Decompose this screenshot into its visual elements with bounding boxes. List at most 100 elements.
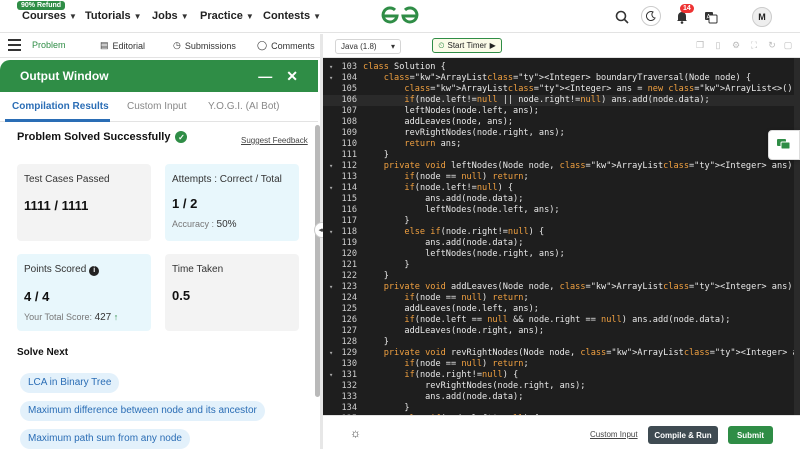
suggest-feedback-link[interactable]: Suggest Feedback	[241, 136, 308, 145]
code-line[interactable]: 117 }	[323, 216, 794, 227]
tab-comments[interactable]: ◯ Comments	[257, 40, 315, 51]
code-text[interactable]: if(node == null) return;	[363, 359, 528, 370]
solve-next-item[interactable]: Maximum difference between node and its …	[20, 401, 265, 421]
editor-scrollbar[interactable]	[794, 58, 800, 415]
nav-practice[interactable]: Practice ▼	[200, 10, 254, 22]
code-text[interactable]: if(node.right!=null) {	[363, 370, 518, 381]
custom-input-link[interactable]: Custom Input	[590, 430, 638, 439]
code-text[interactable]: ans.add(node.data);	[363, 392, 523, 403]
translate-icon[interactable]: A	[702, 8, 720, 26]
code-text[interactable]: private void leftNodes(Node node, class=…	[363, 161, 794, 172]
code-line[interactable]: 111 }	[323, 150, 794, 161]
code-line[interactable]: 130 if(node == null) return;	[323, 359, 794, 370]
code-text[interactable]: private void addLeaves(Node node, class=…	[363, 282, 794, 293]
code-line[interactable]: 121 }	[323, 260, 794, 271]
code-text[interactable]: if(node == null) return;	[363, 293, 528, 304]
code-line[interactable]: 125 addLeaves(node.left, ans);	[323, 304, 794, 315]
code-text[interactable]: }	[363, 403, 409, 414]
code-line[interactable]: 110 return ans;	[323, 139, 794, 150]
code-text[interactable]: private void revRightNodes(Node node, cl…	[363, 348, 794, 359]
code-line[interactable]: 113 if(node == null) return;	[323, 172, 794, 183]
code-line[interactable]: 122 }	[323, 271, 794, 282]
code-text[interactable]: class Solution {	[363, 62, 446, 73]
submit-button[interactable]: Submit	[728, 426, 773, 444]
code-editor[interactable]: 103class Solution {104 class="kw">ArrayL…	[323, 58, 794, 415]
reset-icon[interactable]: ↻	[767, 40, 777, 50]
code-line[interactable]: 133 ans.add(node.data);	[323, 392, 794, 403]
language-select[interactable]: Java (1.8) ▾	[335, 39, 401, 54]
code-text[interactable]: addLeaves(node.left, ans);	[363, 304, 539, 315]
code-text[interactable]: }	[363, 150, 389, 161]
code-text[interactable]: leftNodes(node.right, ans);	[363, 249, 565, 260]
code-text[interactable]: class="kw">ArrayListclass="ty"><Integer>…	[363, 84, 794, 95]
code-line[interactable]: 120 leftNodes(node.right, ans);	[323, 249, 794, 260]
fullscreen-icon[interactable]: ⛶	[749, 40, 759, 50]
dark-mode-icon[interactable]	[641, 6, 661, 26]
code-line[interactable]: 132 revRightNodes(node.right, ans);	[323, 381, 794, 392]
tab-editorial[interactable]: ▤ Editorial	[100, 40, 145, 51]
minimize-icon[interactable]: —	[258, 68, 272, 85]
code-line[interactable]: 129 private void revRightNodes(Node node…	[323, 348, 794, 359]
code-text[interactable]: if(node.left == null && node.right == nu…	[363, 315, 730, 326]
code-text[interactable]: revRightNodes(node.right, ans);	[363, 128, 564, 139]
file-icon[interactable]: ▯	[713, 40, 723, 50]
code-text[interactable]: }	[363, 260, 409, 271]
code-text[interactable]: ans.add(node.data);	[363, 238, 523, 249]
tab-compilation-results[interactable]: Compilation Results	[12, 101, 109, 112]
nav-contests[interactable]: Contests ▼	[263, 10, 321, 22]
code-text[interactable]: return ans;	[363, 139, 461, 150]
chat-icon[interactable]	[768, 130, 800, 160]
info-icon[interactable]: i	[89, 265, 100, 276]
code-line[interactable]: 103 class Solution {	[323, 62, 794, 73]
close-icon[interactable]: ✕	[286, 68, 298, 85]
code-line[interactable]: 112 private void leftNodes(Node node, cl…	[323, 161, 794, 172]
code-line[interactable]: 131 if(node.right!=null) {	[323, 370, 794, 381]
code-text[interactable]: leftNodes(node.left, ans);	[363, 205, 560, 216]
tab-problem[interactable]: Problem	[32, 40, 66, 50]
code-line[interactable]: 127 addLeaves(node.right, ans);	[323, 326, 794, 337]
code-line[interactable]: 108 addLeaves(node, ans);	[323, 117, 794, 128]
code-line[interactable]: 105 class="kw">ArrayListclass="ty"><Inte…	[323, 84, 794, 95]
tab-yogi-ai-bot[interactable]: Y.O.G.I. (AI Bot)	[208, 101, 280, 112]
nav-courses[interactable]: Courses ▼	[22, 10, 77, 22]
solve-next-item[interactable]: Maximum path sum from any node	[20, 429, 190, 449]
search-icon[interactable]	[613, 8, 631, 26]
code-line[interactable]: 134 }	[323, 403, 794, 414]
code-text[interactable]: addLeaves(node.right, ans);	[363, 326, 544, 337]
gfg-logo[interactable]	[380, 5, 420, 27]
code-text[interactable]: addLeaves(node, ans);	[363, 117, 513, 128]
code-text[interactable]: class="kw">ArrayListclass="ty"><Integer>…	[363, 73, 751, 84]
copy-icon[interactable]: ❐	[695, 40, 705, 50]
code-text[interactable]: if(node.left!=null) {	[363, 183, 513, 194]
code-line[interactable]: 124 if(node == null) return;	[323, 293, 794, 304]
code-line[interactable]: 114 if(node.left!=null) {	[323, 183, 794, 194]
nav-tutorials[interactable]: Tutorials ▼	[85, 10, 142, 22]
code-text[interactable]: else if(node.right!=null) {	[363, 227, 544, 238]
tab-custom-input[interactable]: Custom Input	[127, 101, 186, 112]
code-line[interactable]: 115 ans.add(node.data);	[323, 194, 794, 205]
code-line[interactable]: 106 if(node.left!=null || node.right!=nu…	[323, 95, 794, 106]
solve-next-item[interactable]: LCA in Binary Tree	[20, 373, 120, 393]
code-text[interactable]: if(node.left!=null || node.right!=null) …	[363, 95, 709, 106]
code-text[interactable]: }	[363, 216, 409, 227]
compile-run-button[interactable]: Compile & Run	[648, 426, 718, 444]
code-text[interactable]: }	[363, 271, 389, 282]
start-timer-button[interactable]: ⏲ Start Timer ▶	[432, 38, 502, 53]
code-line[interactable]: 118 else if(node.right!=null) {	[323, 227, 794, 238]
code-text[interactable]: revRightNodes(node.right, ans);	[363, 381, 585, 392]
code-line[interactable]: 107 leftNodes(node.left, ans);	[323, 106, 794, 117]
code-line[interactable]: 128 }	[323, 337, 794, 348]
code-line[interactable]: 119 ans.add(node.data);	[323, 238, 794, 249]
avatar[interactable]: M	[752, 7, 772, 27]
nav-jobs[interactable]: Jobs ▼	[152, 10, 189, 22]
code-line[interactable]: 126 if(node.left == null && node.right =…	[323, 315, 794, 326]
code-line[interactable]: 109 revRightNodes(node.right, ans);	[323, 128, 794, 139]
code-text[interactable]: leftNodes(node.left, ans);	[363, 106, 539, 117]
code-line[interactable]: 116 leftNodes(node.left, ans);	[323, 205, 794, 216]
code-text[interactable]: ans.add(node.data);	[363, 194, 523, 205]
expand-icon[interactable]: ▢	[783, 40, 793, 50]
tab-submissions[interactable]: ◷ Submissions	[173, 40, 236, 51]
code-text[interactable]: }	[363, 337, 389, 348]
code-text[interactable]: if(node == null) return;	[363, 172, 528, 183]
code-line[interactable]: 104 class="kw">ArrayListclass="ty"><Inte…	[323, 73, 794, 84]
